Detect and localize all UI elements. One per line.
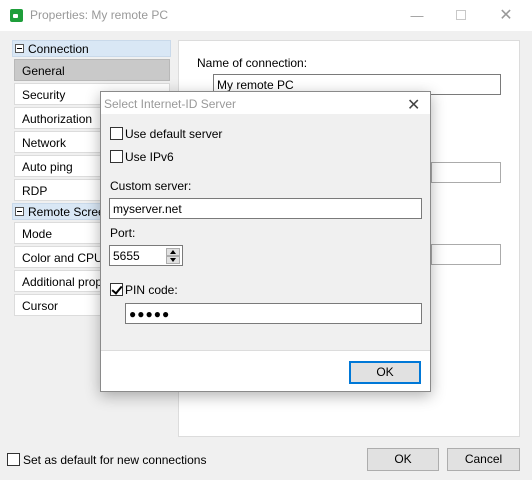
title-bar: Properties: My remote PC — ✕ [0,0,532,31]
maximize-button[interactable] [438,0,484,31]
partially-hidden-input[interactable] [431,244,501,265]
spin-down-icon[interactable] [166,256,180,264]
pin-code-label[interactable]: PIN code: [125,283,178,297]
port-spinner [166,248,180,264]
pin-code-checkbox[interactable] [110,283,123,296]
pin-code-input[interactable]: ●●●●● [125,303,422,324]
app-icon [10,9,23,22]
partially-hidden-input[interactable] [431,162,501,183]
custom-server-input[interactable]: myserver.net [109,198,422,219]
sidebar-group-label: Remote Screen [28,205,112,219]
set-default-checkbox[interactable] [7,453,20,466]
dialog-title: Select Internet-ID Server [104,97,237,111]
ok-button[interactable]: OK [367,448,439,471]
sidebar-item-general[interactable]: General [14,59,170,81]
window-close-button[interactable]: ✕ [483,0,529,31]
port-label: Port: [110,226,136,240]
sidebar-group-connection[interactable]: Connection [12,40,171,57]
port-stepper[interactable]: 5655 [109,245,183,266]
minimize-button[interactable]: — [394,0,440,31]
dialog-close-button[interactable]: ✕ [407,95,420,115]
use-default-server-label[interactable]: Use default server [125,127,222,141]
spin-up-icon[interactable] [166,248,180,256]
dialog-footer: OK [101,350,430,391]
sidebar-group-label: Connection [28,42,89,56]
window-title: Properties: My remote PC [30,8,169,22]
dialog-body: Use default server Use IPv6 Custom serve… [101,114,430,350]
custom-server-label: Custom server: [110,179,192,193]
select-internet-id-server-dialog: Select Internet-ID Server ✕ Use default … [100,91,431,392]
collapse-icon[interactable] [15,44,24,53]
dialog-ok-button[interactable]: OK [349,361,421,384]
connection-name-label: Name of connection: [197,56,308,70]
cancel-button[interactable]: Cancel [447,448,520,471]
set-default-label[interactable]: Set as default for new connections [23,453,206,467]
port-value: 5655 [113,249,140,263]
maximize-icon [456,10,466,20]
collapse-icon[interactable] [15,207,24,216]
use-default-server-checkbox[interactable] [110,127,123,140]
use-ipv6-checkbox[interactable] [110,150,123,163]
use-ipv6-label[interactable]: Use IPv6 [125,150,174,164]
